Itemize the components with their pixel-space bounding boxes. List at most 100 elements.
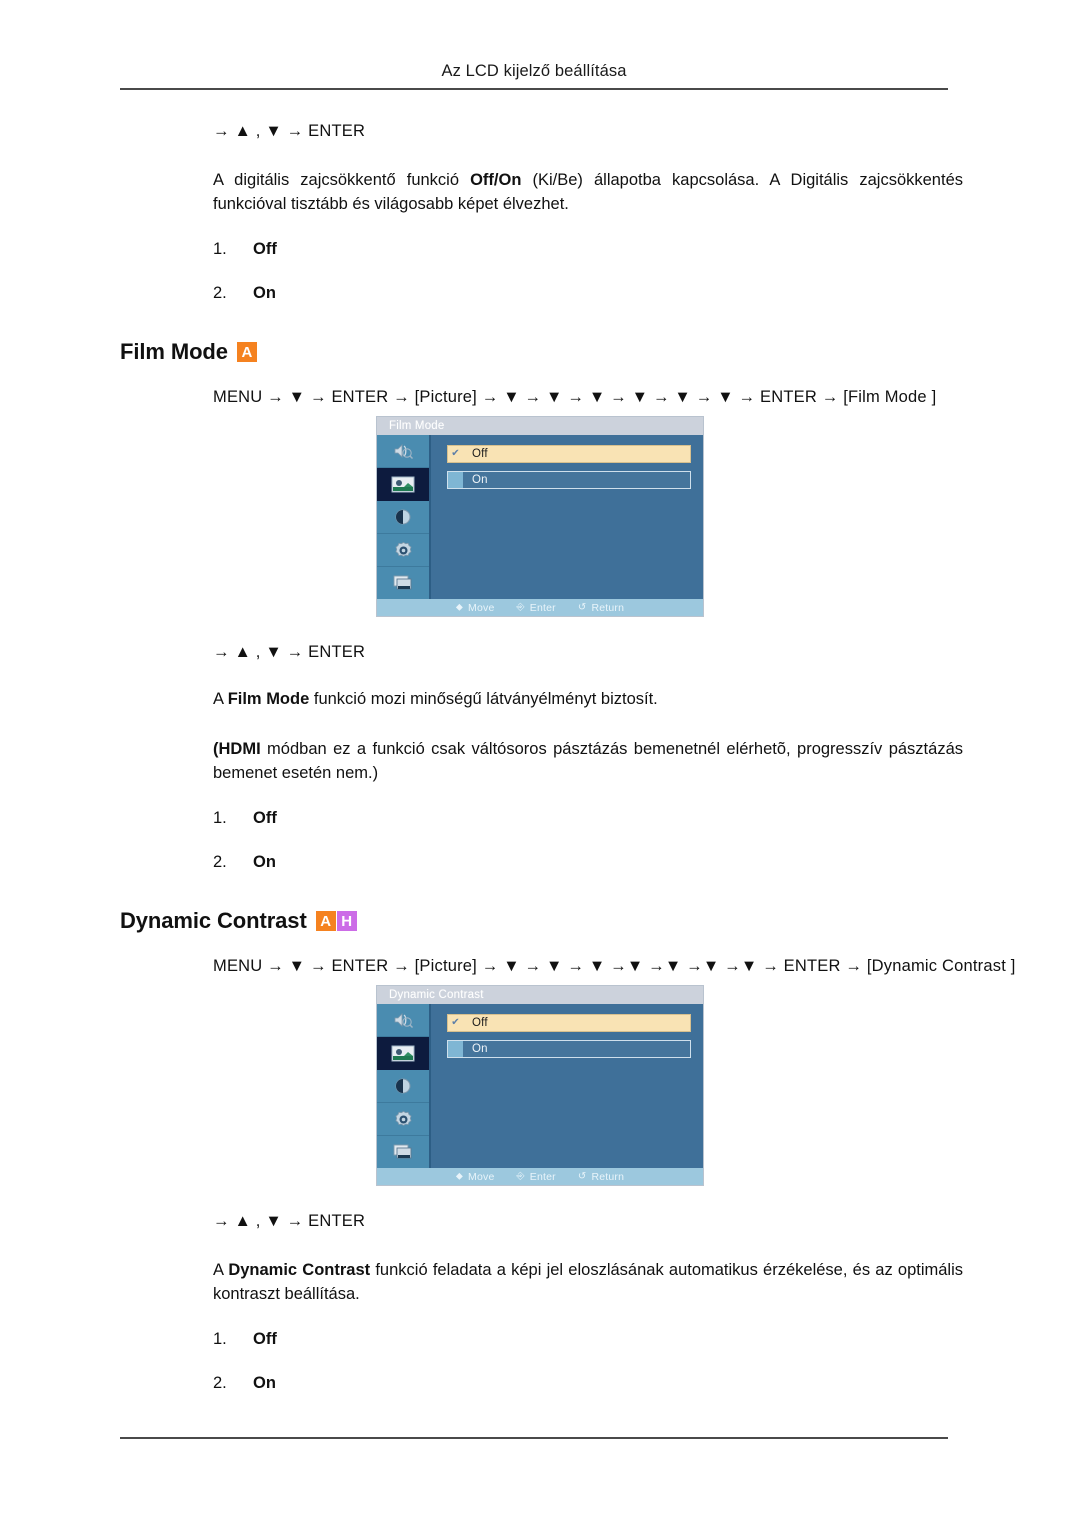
section-heading-dynamic-contrast: Dynamic Contrast A H [0,907,1080,935]
document-page: Az LCD kijelző beállítása → ▲ , ▼ → ENTE… [0,0,1080,1527]
film-mode-option-list: 1. Off 2. On [0,807,1080,873]
enter-icon: ⎆ [516,601,525,613]
list-item-number: 2. [213,1374,227,1392]
contrast-icon-glyph [395,509,411,525]
film-mode-note: (HDMI módban ez a funkció csak váltósoro… [0,737,1080,785]
status-badge: A [315,911,336,931]
picture-icon[interactable] [377,1037,429,1070]
osd-icon-rail [377,1004,431,1168]
digital-nr-description: A digitális zajcsökkentő funkció Off/On … [0,168,1080,216]
list-item-label: On [253,284,276,302]
contrast-icon-glyph [395,1078,411,1094]
osd-option-on[interactable]: On [447,471,691,489]
status-badge: A [236,342,257,362]
osd-icon-rail [377,435,431,599]
setup-icon-glyph [395,1110,411,1126]
sound-icon[interactable] [377,435,429,468]
picture-icon-glyph [391,476,415,492]
osd-footer-bar: ⬥ Move ⎆ Enter ↺ Return [377,599,703,616]
picture-icon-glyph [391,1045,415,1061]
list-item-label: Off [253,240,277,258]
setup-icon-glyph [395,541,411,557]
list-item-number: 1. [213,1330,227,1348]
check-icon: ✔ [451,448,460,459]
osd-title-bar: Dynamic Contrast [377,986,703,1004]
footer-divider [120,1437,948,1439]
osd-footer-enter-label: Enter [529,1170,556,1183]
film-mode-badges: A [236,342,257,362]
list-item-label: Off [253,1330,277,1348]
osd-footer-move-label: Move [468,1170,495,1183]
dynamic-contrast-desc-bold: Dynamic Contrast [228,1261,371,1279]
osd-option-label: On [472,1043,488,1055]
osd-body: ✔ Off On [377,435,703,599]
osd-option-off[interactable]: ✔ Off [447,445,691,463]
film-mode-description: A Film Mode funkció mozi minőségű látván… [0,687,1080,711]
osd-option-label: On [472,474,488,486]
dynamic-contrast-badges: A H [315,911,357,931]
sound-icon-glyph [394,444,413,459]
check-icon: ✔ [451,1017,460,1028]
osd-panel-dynamic-contrast: Dynamic Contrast ✔ Off On ⬥ Move ⎆ Enter… [376,985,704,1186]
move-icon: ⬥ [455,1170,464,1182]
digital-nr-desc-bold: Off/On [470,171,522,189]
sound-icon-glyph [394,1013,413,1028]
osd-footer-move-label: Move [468,601,495,614]
list-item-number: 2. [213,853,227,871]
osd-footer-return: ↺ Return [578,1171,624,1183]
osd-footer-return-label: Return [591,1170,625,1183]
osd-footer-return-label: Return [591,601,625,614]
osd-footer-bar: ⬥ Move ⎆ Enter ↺ Return [377,1168,703,1185]
return-icon: ↺ [577,601,587,613]
swatch-icon [448,472,463,488]
page-running-header: Az LCD kijelző beállítása [441,62,627,80]
list-item: 1. Off [213,238,1080,260]
osd-option-off[interactable]: ✔ Off [447,1014,691,1032]
film-mode-menu-path: MENU → ▼ → ENTER → [Picture] → ▼ → ▼ → ▼… [213,388,937,406]
setup-icon[interactable] [377,1103,429,1136]
list-item-label: On [253,1374,276,1392]
digital-nr-nav-line: → ▲ , ▼ → ENTER [213,122,366,140]
list-item: 2. On [213,282,1080,304]
osd-footer-enter-label: Enter [529,601,556,614]
list-item: 1. Off [213,807,1080,829]
list-item: 2. On [213,1372,1080,1394]
swatch-icon [448,1041,463,1057]
page-content: → ▲ , ▼ → ENTER A digitális zajcsökkentő… [0,120,1080,1394]
multi-control-icon-glyph [393,1144,412,1159]
multi-control-icon[interactable] [377,1136,429,1168]
status-badge: H [336,911,357,931]
picture-icon[interactable] [377,468,429,501]
list-item: 2. On [213,851,1080,873]
header-divider [120,88,948,90]
setup-icon[interactable] [377,534,429,567]
list-item-label: Off [253,809,277,827]
list-item-number: 2. [213,284,227,302]
osd-title-bar: Film Mode [377,417,703,435]
film-mode-note-rest: módban ez a funkció csak váltósoros pász… [213,740,963,782]
sound-icon[interactable] [377,1004,429,1037]
dynamic-contrast-osd-wrapper: Dynamic Contrast ✔ Off On ⬥ Move ⎆ Enter… [0,985,1080,1186]
film-mode-desc-bold: Film Mode [227,690,310,708]
section-heading-label: Dynamic Contrast [120,908,307,933]
list-item-label: On [253,853,276,871]
list-item: 1. Off [213,1328,1080,1350]
multi-control-icon[interactable] [377,567,429,599]
section-heading-label: Film Mode [120,339,228,364]
digital-nr-desc-part1: A digitális zajcsökkentő funkció [213,171,471,189]
film-mode-note-bold: (HDMI [213,740,261,758]
osd-option-on[interactable]: On [447,1040,691,1058]
osd-option-area: ✔ Off On [431,435,703,599]
contrast-icon[interactable] [377,1070,429,1103]
dynamic-contrast-description: A Dynamic Contrast funkció feladata a ké… [0,1258,1080,1306]
film-mode-nav-line: → ▲ , ▼ → ENTER [213,643,366,661]
contrast-icon[interactable] [377,501,429,534]
osd-body: ✔ Off On [377,1004,703,1168]
list-item-number: 1. [213,809,227,827]
osd-option-label: Off [472,448,488,460]
osd-footer-enter: ⎆ Enter [517,602,556,614]
return-icon: ↺ [577,1170,587,1182]
osd-option-area: ✔ Off On [431,1004,703,1168]
dynamic-contrast-menu-path: MENU → ▼ → ENTER → [Picture] → ▼ → ▼ → ▼… [213,957,1016,975]
osd-footer-move: ⬥ Move [456,602,495,614]
